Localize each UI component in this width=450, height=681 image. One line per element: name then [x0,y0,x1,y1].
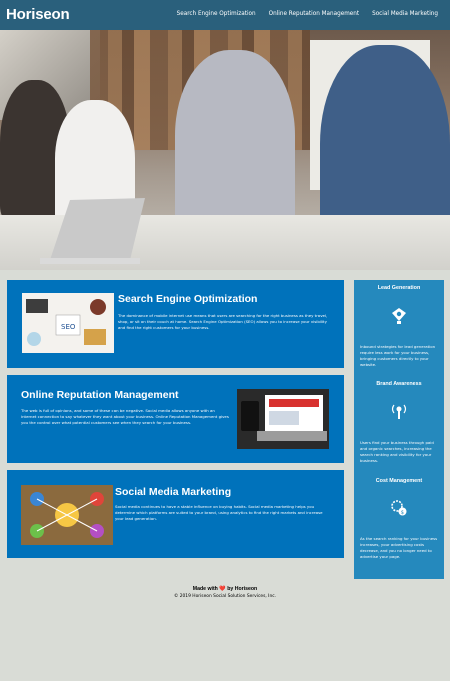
article-reputation: Online Reputation Management The web is … [7,375,344,463]
site-header: Horiseon Search Engine Optimization Onli… [0,0,450,30]
seo-image: SEO [22,293,114,353]
made-suffix: by Horiseon [227,586,258,592]
article-title-reputation: Online Reputation Management [21,389,179,401]
site-footer: Made with ❤️ by Horiseon © 2019 Horiseon… [0,586,450,599]
article-title-social: Social Media Marketing [115,486,232,498]
benefit-title-brand: Brand Awareness [376,381,422,387]
heart-icon: ❤️ [219,586,226,592]
hero-laptop [40,198,145,264]
main-nav: Search Engine Optimization Online Reputa… [177,11,438,17]
svg-text:$: $ [401,510,404,516]
benefit-title-cost: Cost Management [375,478,423,484]
article-title-seo: Search Engine Optimization [118,293,258,305]
lightbulb-icon [392,308,406,324]
benefit-title-lead: Lead Generation [377,285,421,291]
nav-link-reputation[interactable]: Online Reputation Management [269,11,359,17]
article-text-seo: The dominance of mobile internet use mea… [118,313,328,330]
nav-link-social[interactable]: Social Media Marketing [372,11,438,17]
made-with-line: Made with ❤️ by Horiseon [0,586,450,592]
copyright-text: © 2019 Horiseon Social Solution Services… [173,594,277,599]
hero-image [0,30,450,270]
nav-link-seo[interactable]: Search Engine Optimization [177,11,256,17]
benefit-text-cost: As the search ranking for your business … [360,536,438,559]
reputation-image [237,389,329,449]
hero-person-3 [175,50,295,240]
site-logo[interactable]: Horiseon [6,6,70,23]
benefit-text-lead: Inbound strategies for lead generation r… [360,344,436,367]
svg-text:SEO: SEO [61,323,76,331]
article-text-reputation: The web is full of opinions, and some of… [21,408,229,425]
gears-dollar-icon: $ [391,500,407,516]
article-social: Social Media Marketing Social media cont… [7,470,344,558]
social-image [21,485,113,545]
article-seo: SEO Search Engine Optimization The domin… [7,280,344,368]
made-prefix: Made with [192,586,218,592]
benefits-sidebar: Lead Generation Inbound strategies for l… [354,280,444,579]
article-text-social: Social media continues to have a stable … [115,504,323,521]
broadcast-icon [391,404,407,419]
benefit-text-brand: Users find your business through paid an… [360,440,434,463]
